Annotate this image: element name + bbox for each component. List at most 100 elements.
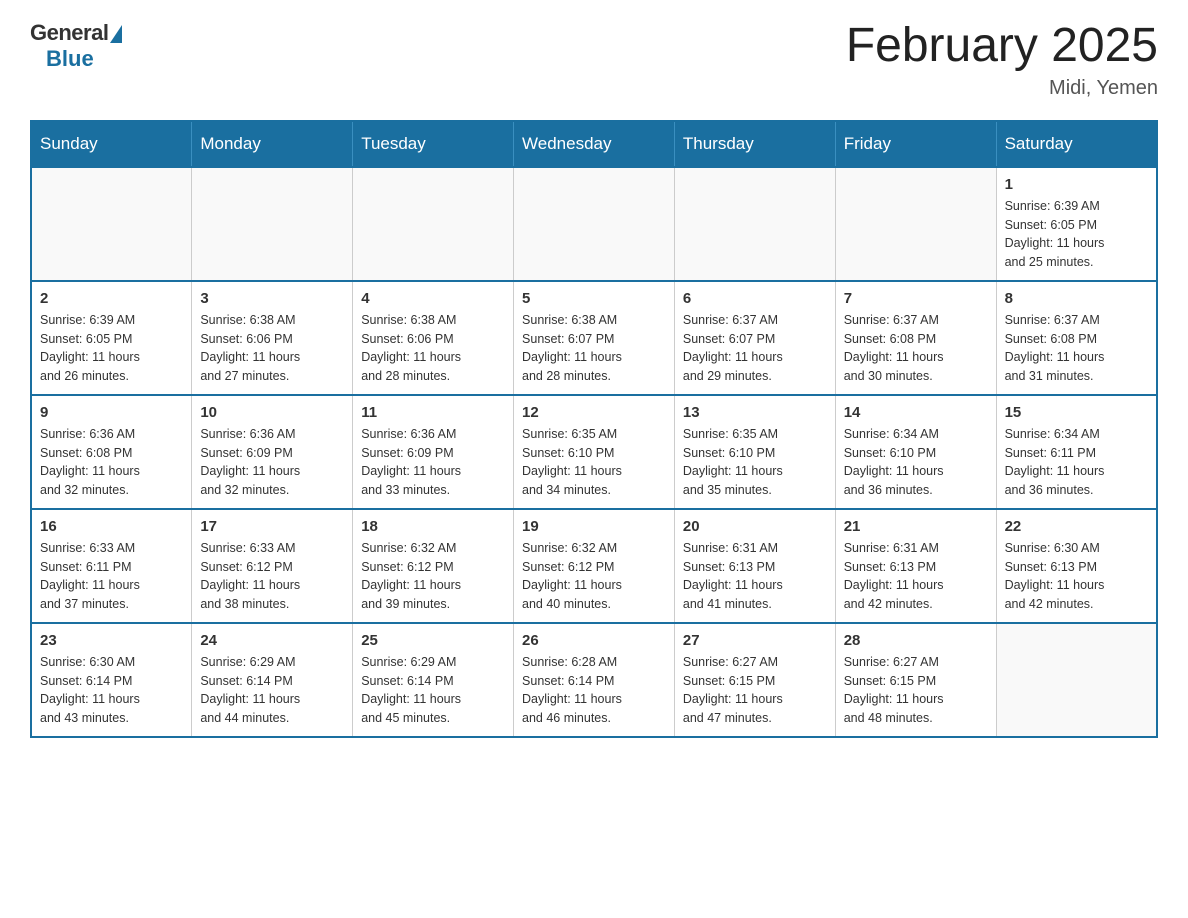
week-row-3: 16 Sunrise: 6:33 AM Sunset: 6:11 PM Dayli…: [31, 509, 1157, 623]
day-info: Sunrise: 6:36 AM Sunset: 6:08 PM Dayligh…: [40, 425, 183, 500]
location-text: Midi, Yemen: [846, 77, 1158, 100]
weekday-header-sunday: Sunday: [31, 121, 192, 167]
calendar-cell: 23 Sunrise: 6:30 AM Sunset: 6:14 PM Dayli…: [31, 623, 192, 737]
weekday-header-friday: Friday: [835, 121, 996, 167]
calendar-cell: 18 Sunrise: 6:32 AM Sunset: 6:12 PM Dayli…: [353, 509, 514, 623]
day-info: Sunrise: 6:30 AM Sunset: 6:13 PM Dayligh…: [1005, 539, 1148, 614]
day-number: 20: [683, 518, 827, 535]
calendar-cell: 12 Sunrise: 6:35 AM Sunset: 6:10 PM Dayli…: [514, 395, 675, 509]
day-number: 4: [361, 290, 505, 307]
day-info: Sunrise: 6:27 AM Sunset: 6:15 PM Dayligh…: [683, 653, 827, 728]
day-info: Sunrise: 6:29 AM Sunset: 6:14 PM Dayligh…: [361, 653, 505, 728]
calendar-cell: 9 Sunrise: 6:36 AM Sunset: 6:08 PM Daylig…: [31, 395, 192, 509]
day-info: Sunrise: 6:34 AM Sunset: 6:10 PM Dayligh…: [844, 425, 988, 500]
calendar-cell: 8Sunrise: 6:37 AM Sunset: 6:08 PM Daylig…: [996, 281, 1157, 395]
weekday-header-tuesday: Tuesday: [353, 121, 514, 167]
day-info: Sunrise: 6:29 AM Sunset: 6:14 PM Dayligh…: [200, 653, 344, 728]
day-number: 26: [522, 632, 666, 649]
calendar-cell: 27Sunrise: 6:27 AM Sunset: 6:15 PM Dayli…: [674, 623, 835, 737]
day-info: Sunrise: 6:37 AM Sunset: 6:08 PM Dayligh…: [1005, 311, 1148, 386]
calendar-cell: [835, 167, 996, 281]
logo: General Blue: [30, 20, 122, 72]
calendar-cell: 28 Sunrise: 6:27 AM Sunset: 6:15 PM Dayli…: [835, 623, 996, 737]
calendar-cell: 11Sunrise: 6:36 AM Sunset: 6:09 PM Dayli…: [353, 395, 514, 509]
day-info: Sunrise: 6:34 AM Sunset: 6:11 PM Dayligh…: [1005, 425, 1148, 500]
week-row-0: 1 Sunrise: 6:39 AM Sunset: 6:05 PM Daylig…: [31, 167, 1157, 281]
logo-triangle-icon: [110, 25, 122, 43]
day-info: Sunrise: 6:31 AM Sunset: 6:13 PM Dayligh…: [844, 539, 988, 614]
weekday-header-wednesday: Wednesday: [514, 121, 675, 167]
calendar-cell: 5 Sunrise: 6:38 AM Sunset: 6:07 PM Daylig…: [514, 281, 675, 395]
day-info: Sunrise: 6:35 AM Sunset: 6:10 PM Dayligh…: [522, 425, 666, 500]
day-info: Sunrise: 6:38 AM Sunset: 6:07 PM Dayligh…: [522, 311, 666, 386]
calendar-cell: [514, 167, 675, 281]
day-info: Sunrise: 6:39 AM Sunset: 6:05 PM Dayligh…: [40, 311, 183, 386]
day-info: Sunrise: 6:36 AM Sunset: 6:09 PM Dayligh…: [361, 425, 505, 500]
day-info: Sunrise: 6:38 AM Sunset: 6:06 PM Dayligh…: [361, 311, 505, 386]
calendar-cell: 25 Sunrise: 6:29 AM Sunset: 6:14 PM Dayli…: [353, 623, 514, 737]
day-info: Sunrise: 6:39 AM Sunset: 6:05 PM Dayligh…: [1005, 197, 1148, 272]
calendar-cell: 24 Sunrise: 6:29 AM Sunset: 6:14 PM Dayli…: [192, 623, 353, 737]
day-number: 12: [522, 404, 666, 421]
calendar-cell: [674, 167, 835, 281]
day-info: Sunrise: 6:36 AM Sunset: 6:09 PM Dayligh…: [200, 425, 344, 500]
week-row-1: 2 Sunrise: 6:39 AM Sunset: 6:05 PM Daylig…: [31, 281, 1157, 395]
day-info: Sunrise: 6:33 AM Sunset: 6:11 PM Dayligh…: [40, 539, 183, 614]
calendar-cell: [353, 167, 514, 281]
calendar-cell: [31, 167, 192, 281]
day-info: Sunrise: 6:31 AM Sunset: 6:13 PM Dayligh…: [683, 539, 827, 614]
day-number: 28: [844, 632, 988, 649]
day-number: 10: [200, 404, 344, 421]
calendar-cell: 19 Sunrise: 6:32 AM Sunset: 6:12 PM Dayli…: [514, 509, 675, 623]
day-info: Sunrise: 6:32 AM Sunset: 6:12 PM Dayligh…: [522, 539, 666, 614]
day-number: 6: [683, 290, 827, 307]
day-number: 24: [200, 632, 344, 649]
day-number: 15: [1005, 404, 1148, 421]
calendar-cell: 17Sunrise: 6:33 AM Sunset: 6:12 PM Dayli…: [192, 509, 353, 623]
day-number: 21: [844, 518, 988, 535]
calendar-cell: 3Sunrise: 6:38 AM Sunset: 6:06 PM Daylig…: [192, 281, 353, 395]
day-number: 1: [1005, 176, 1148, 193]
calendar-cell: 2 Sunrise: 6:39 AM Sunset: 6:05 PM Daylig…: [31, 281, 192, 395]
day-info: Sunrise: 6:30 AM Sunset: 6:14 PM Dayligh…: [40, 653, 183, 728]
calendar-cell: 6Sunrise: 6:37 AM Sunset: 6:07 PM Daylig…: [674, 281, 835, 395]
day-number: 13: [683, 404, 827, 421]
day-info: Sunrise: 6:38 AM Sunset: 6:06 PM Dayligh…: [200, 311, 344, 386]
calendar-cell: 21 Sunrise: 6:31 AM Sunset: 6:13 PM Dayli…: [835, 509, 996, 623]
week-row-4: 23 Sunrise: 6:30 AM Sunset: 6:14 PM Dayli…: [31, 623, 1157, 737]
calendar-table: SundayMondayTuesdayWednesdayThursdayFrid…: [30, 120, 1158, 738]
calendar-cell: 13 Sunrise: 6:35 AM Sunset: 6:10 PM Dayli…: [674, 395, 835, 509]
day-number: 19: [522, 518, 666, 535]
calendar-cell: 22Sunrise: 6:30 AM Sunset: 6:13 PM Dayli…: [996, 509, 1157, 623]
weekday-header-row: SundayMondayTuesdayWednesdayThursdayFrid…: [31, 121, 1157, 167]
day-number: 7: [844, 290, 988, 307]
day-number: 16: [40, 518, 183, 535]
day-info: Sunrise: 6:35 AM Sunset: 6:10 PM Dayligh…: [683, 425, 827, 500]
month-title: February 2025: [846, 20, 1158, 73]
day-info: Sunrise: 6:32 AM Sunset: 6:12 PM Dayligh…: [361, 539, 505, 614]
calendar-cell: 10 Sunrise: 6:36 AM Sunset: 6:09 PM Dayli…: [192, 395, 353, 509]
day-info: Sunrise: 6:37 AM Sunset: 6:08 PM Dayligh…: [844, 311, 988, 386]
weekday-header-thursday: Thursday: [674, 121, 835, 167]
calendar-cell: 4 Sunrise: 6:38 AM Sunset: 6:06 PM Daylig…: [353, 281, 514, 395]
day-info: Sunrise: 6:28 AM Sunset: 6:14 PM Dayligh…: [522, 653, 666, 728]
day-number: 23: [40, 632, 183, 649]
calendar-cell: 1 Sunrise: 6:39 AM Sunset: 6:05 PM Daylig…: [996, 167, 1157, 281]
calendar-cell: 16 Sunrise: 6:33 AM Sunset: 6:11 PM Dayli…: [31, 509, 192, 623]
day-number: 5: [522, 290, 666, 307]
weekday-header-saturday: Saturday: [996, 121, 1157, 167]
calendar-cell: 20 Sunrise: 6:31 AM Sunset: 6:13 PM Dayli…: [674, 509, 835, 623]
weekday-header-monday: Monday: [192, 121, 353, 167]
day-number: 2: [40, 290, 183, 307]
page-header: General Blue February 2025 Midi, Yemen: [30, 20, 1158, 100]
day-number: 9: [40, 404, 183, 421]
day-info: Sunrise: 6:33 AM Sunset: 6:12 PM Dayligh…: [200, 539, 344, 614]
day-info: Sunrise: 6:27 AM Sunset: 6:15 PM Dayligh…: [844, 653, 988, 728]
calendar-cell: 26 Sunrise: 6:28 AM Sunset: 6:14 PM Dayli…: [514, 623, 675, 737]
day-number: 18: [361, 518, 505, 535]
calendar-cell: 15 Sunrise: 6:34 AM Sunset: 6:11 PM Dayli…: [996, 395, 1157, 509]
week-row-2: 9 Sunrise: 6:36 AM Sunset: 6:08 PM Daylig…: [31, 395, 1157, 509]
logo-blue-text: Blue: [46, 46, 94, 72]
day-number: 25: [361, 632, 505, 649]
day-number: 14: [844, 404, 988, 421]
